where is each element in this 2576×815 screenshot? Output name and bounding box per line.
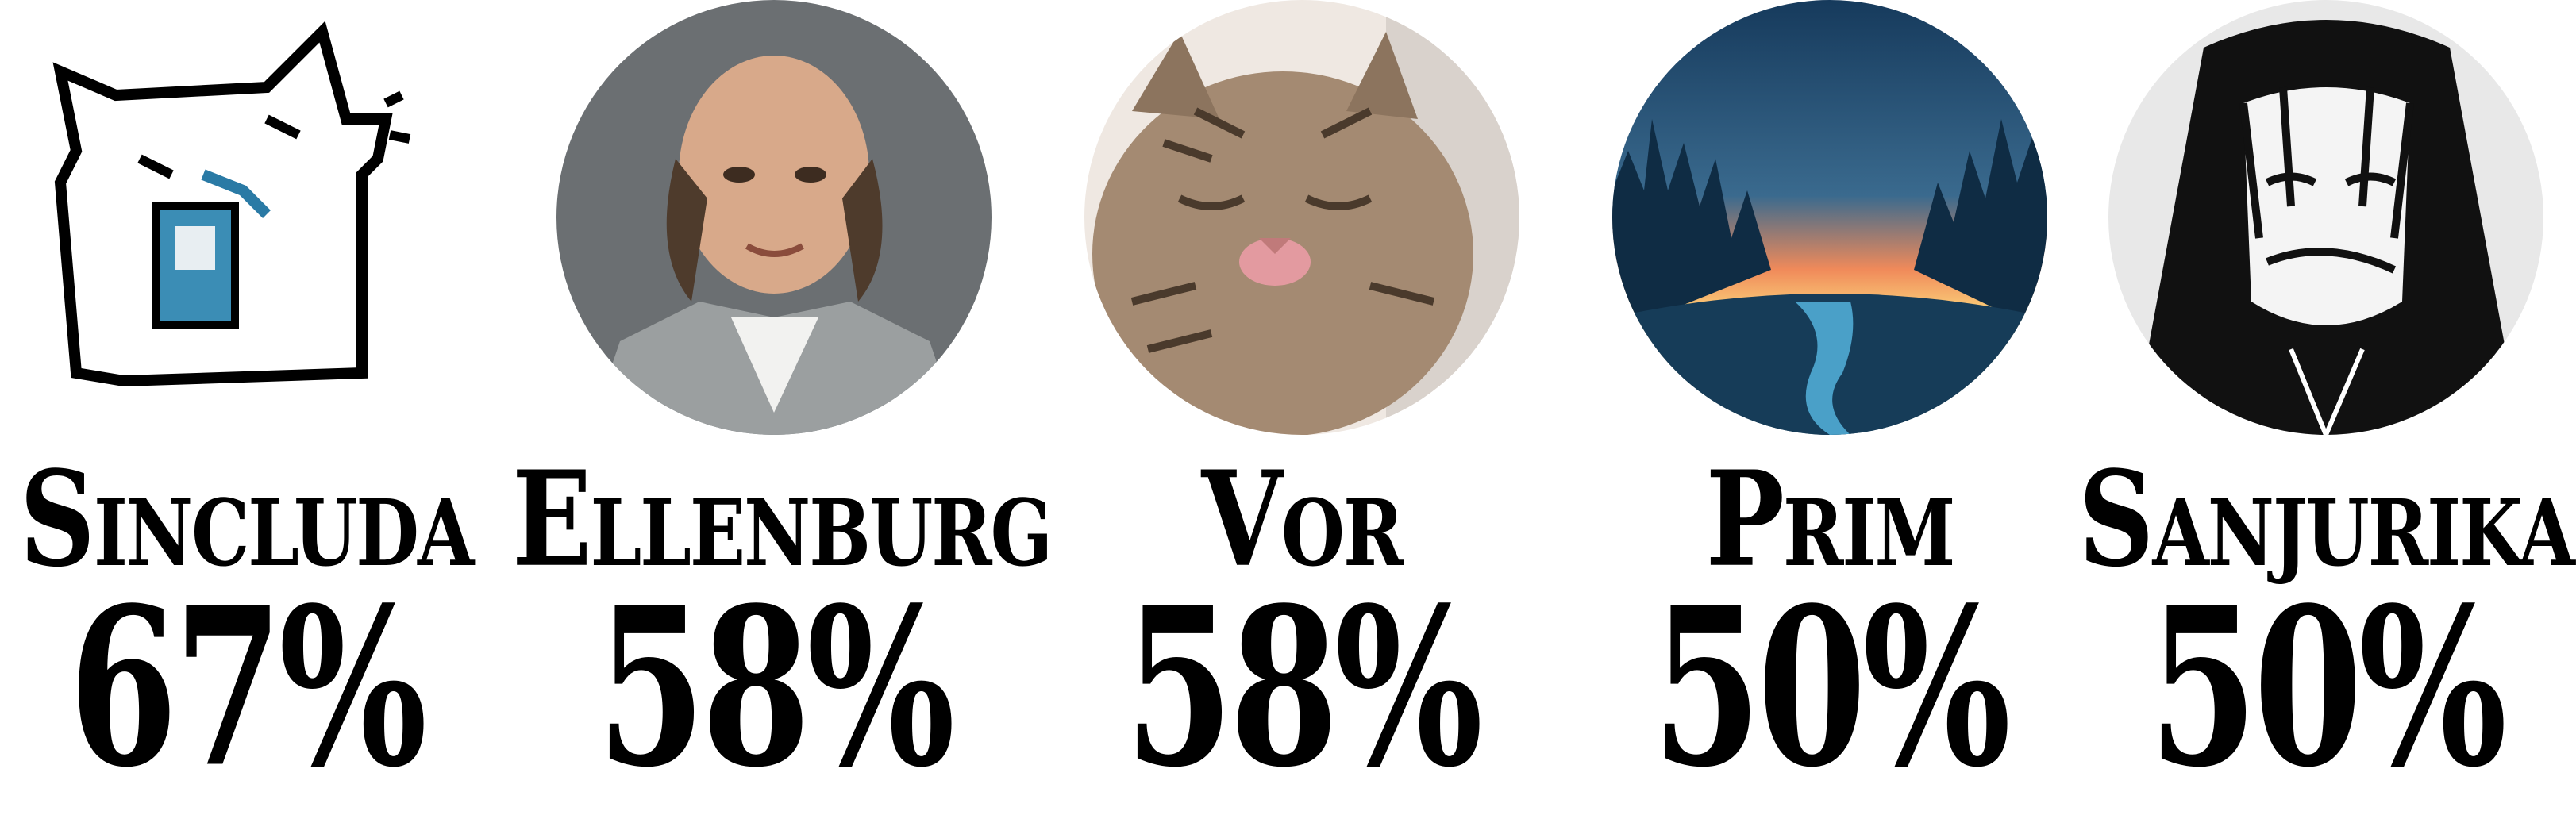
forest-sunset-avatar xyxy=(1612,0,2047,435)
user-percent: 50% xyxy=(2148,559,2508,815)
user-card-ellenburg: Ellenburg 58% xyxy=(512,0,1053,815)
user-percent: 58% xyxy=(1124,559,1484,815)
user-card-sincluda: Sincluda 67% xyxy=(0,0,492,815)
user-percent: 50% xyxy=(1652,559,2012,815)
pixel-cat-avatar xyxy=(29,0,464,435)
user-card-sanjurika: Sanjurika 50% xyxy=(2078,0,2575,815)
user-card-vor: Vor 58% xyxy=(1056,0,1548,815)
tabby-cat-avatar xyxy=(1084,0,1519,435)
user-percent: 67% xyxy=(68,559,428,815)
portrait-avatar xyxy=(556,0,992,435)
user-card-prim: Prim 50% xyxy=(1584,0,2076,815)
user-percent: 58% xyxy=(596,559,956,815)
anime-girl-avatar xyxy=(2108,0,2543,435)
